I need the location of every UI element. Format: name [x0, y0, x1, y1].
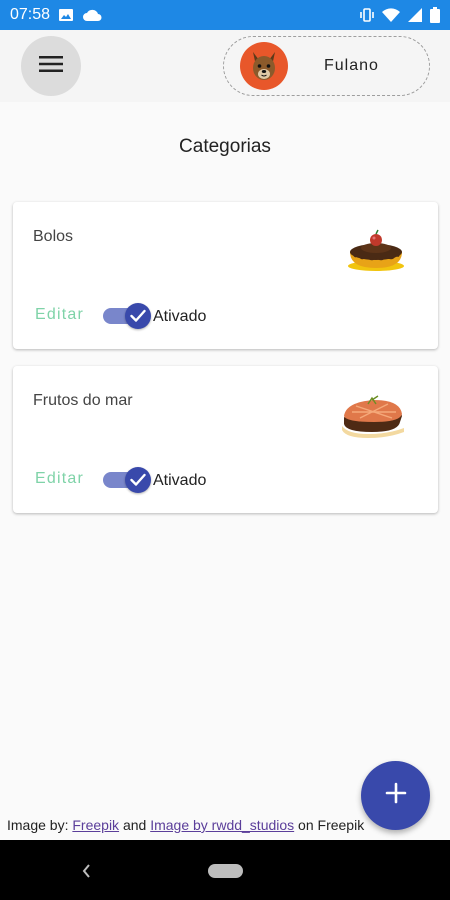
check-icon	[130, 473, 146, 486]
status-time: 07:58	[10, 6, 51, 23]
fish-steak-illustration	[338, 386, 408, 440]
category-card: Frutos do mar Editar Ativado	[13, 366, 438, 513]
credits-suffix: on Freepik	[294, 817, 365, 833]
status-toggle[interactable]	[103, 303, 151, 329]
toggle-thumb	[125, 303, 151, 329]
signal-icon	[408, 8, 422, 22]
toggle-thumb	[125, 467, 151, 493]
home-pill-button[interactable]	[208, 864, 243, 878]
profile-chip[interactable]: Fulano	[223, 36, 430, 96]
category-name: Bolos	[33, 228, 74, 245]
edit-button[interactable]: Editar	[35, 470, 84, 488]
profile-name: Fulano	[324, 57, 379, 74]
status-bar: 07:58	[0, 0, 450, 30]
rwdd-studios-link[interactable]: Image by rwdd_studios	[150, 817, 294, 833]
cloud-icon	[82, 8, 102, 22]
hamburger-menu-icon	[39, 55, 63, 78]
image-icon	[58, 7, 74, 23]
app-bar: Fulano	[0, 30, 450, 102]
avatar	[240, 42, 288, 90]
edit-button[interactable]: Editar	[35, 306, 84, 324]
plus-icon	[385, 782, 407, 809]
dog-avatar-icon	[253, 52, 275, 80]
wifi-icon	[382, 8, 400, 22]
cake-illustration	[338, 222, 408, 276]
menu-button[interactable]	[21, 36, 81, 96]
battery-icon	[430, 7, 440, 23]
back-chevron-icon	[82, 864, 90, 878]
add-category-button[interactable]	[361, 761, 430, 830]
system-nav-bar	[0, 840, 450, 900]
toggle-label: Ativado	[153, 308, 207, 325]
back-button[interactable]	[80, 862, 94, 885]
credits-middle: and	[119, 817, 151, 833]
category-name: Frutos do mar	[33, 392, 133, 409]
category-card: Bolos Editar Ativado	[13, 202, 438, 349]
status-toggle[interactable]	[103, 467, 151, 493]
image-credits: Image by: Freepik and Image by rwdd_stud…	[7, 817, 364, 833]
freepik-link[interactable]: Freepik	[72, 817, 119, 833]
toggle-label: Ativado	[153, 472, 207, 489]
check-icon	[130, 309, 146, 322]
page-title: Categorias	[179, 136, 271, 157]
credits-prefix: Image by:	[7, 817, 73, 833]
vibrate-icon	[360, 7, 374, 23]
